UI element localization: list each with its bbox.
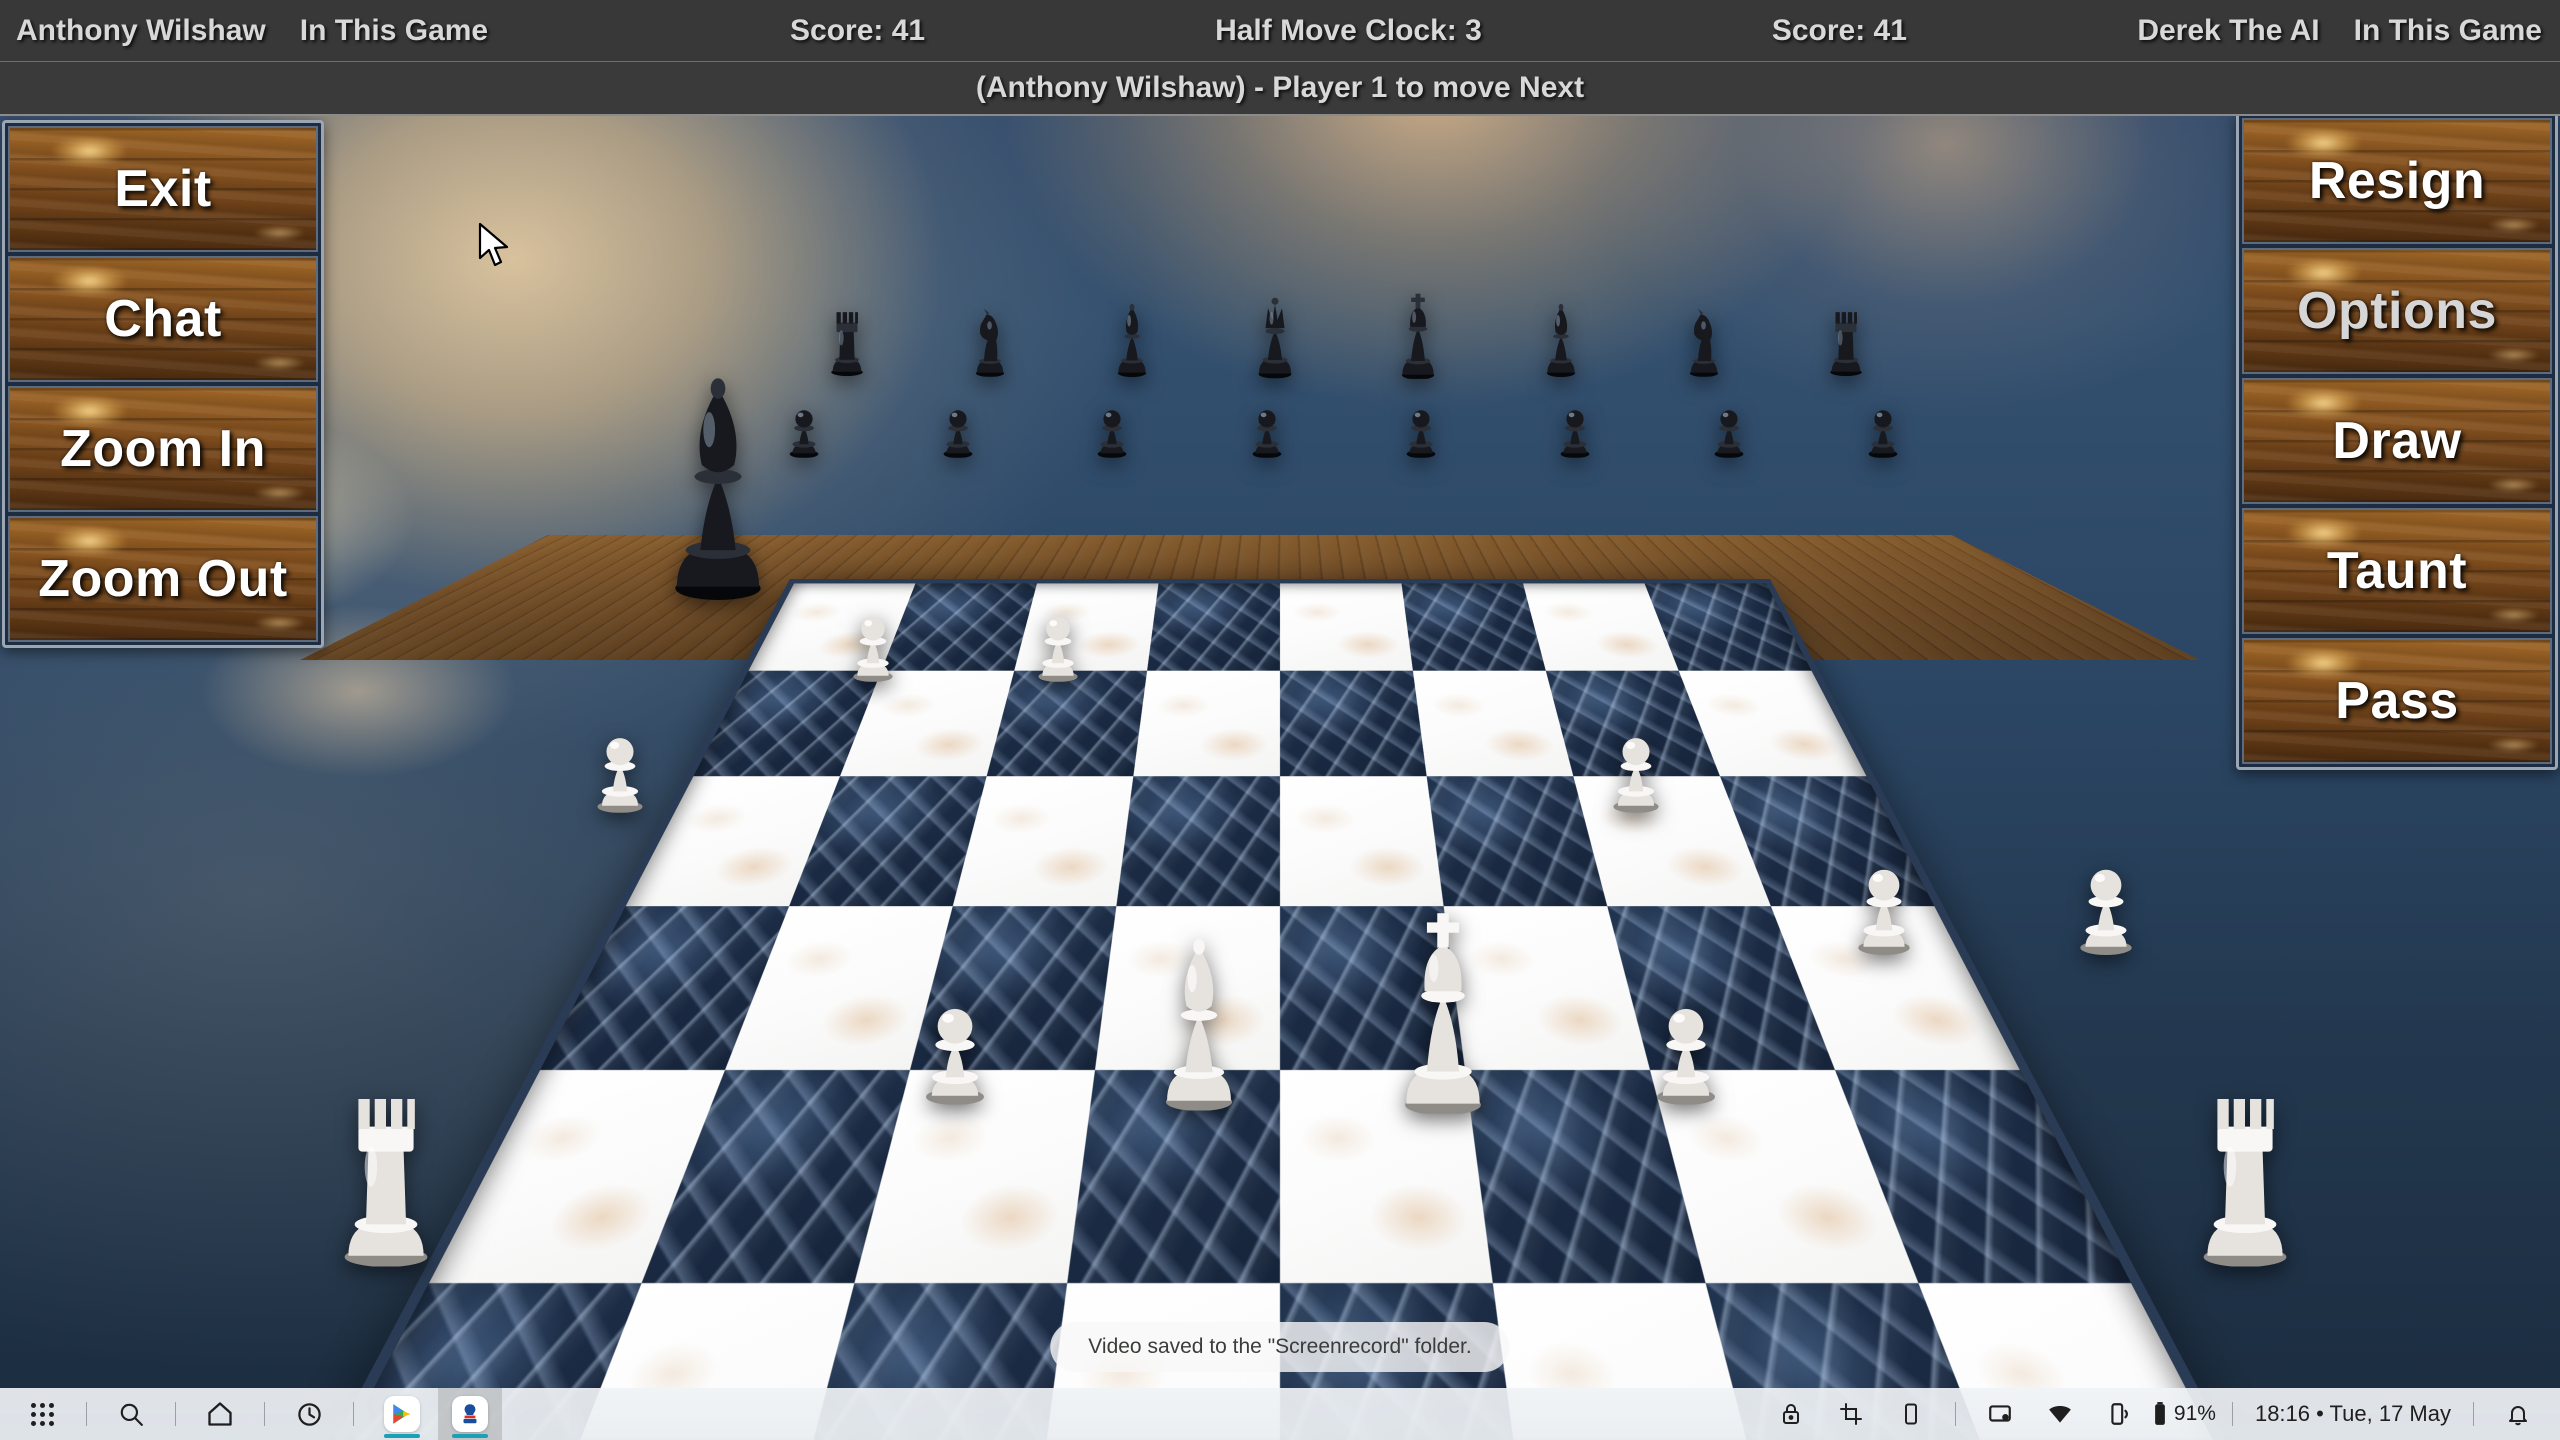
exit-button-label: Exit [114,160,212,218]
mouse-cursor [478,222,512,275]
board-square-d8[interactable] [1147,583,1280,671]
battery-icon[interactable]: 91% [2152,1392,2216,1436]
player1-status: In This Game [299,13,489,47]
notification-bell-icon[interactable] [2490,1392,2546,1436]
turn-message-bar: (Anthony Wilshaw) - Player 1 to move Nex… [0,62,2560,116]
taskbar-clock[interactable]: 18:16 • Tue, 17 May [2249,1401,2457,1427]
board-square-c7[interactable] [986,670,1148,777]
wifi-icon[interactable] [2032,1392,2088,1436]
player1-name: Anthony Wilshaw [16,13,266,47]
taskbar-divider [264,1402,265,1426]
chess-game-screen: Anthony Wilshaw In This Game Score: 41 H… [0,0,2560,1440]
board-square-e7[interactable] [1280,670,1427,777]
taskbar-divider [353,1402,354,1426]
resign-button[interactable]: Resign [2242,118,2552,244]
chat-button[interactable]: Chat [8,256,318,382]
lock-icon[interactable] [1763,1392,1819,1436]
board-square-d7[interactable] [1133,670,1280,777]
taskbar-divider [175,1402,176,1426]
battery-percent: 91% [2173,1402,2216,1425]
board-square-e4[interactable] [1280,1070,1493,1284]
taskbar-divider [2473,1402,2474,1426]
board-square-e6[interactable] [1280,776,1444,907]
zoom-in-button-label: Zoom In [60,420,266,478]
options-button[interactable]: Options [2242,248,2552,374]
pass-button-label: Pass [2335,672,2459,730]
search-icon[interactable] [103,1392,159,1436]
zoom-in-button[interactable]: Zoom In [8,386,318,512]
board-square-e8[interactable] [1280,583,1413,671]
app-running-indicator [384,1434,420,1438]
board-square-c4[interactable] [854,1070,1095,1284]
taskbar-divider [2231,1402,2233,1426]
board-square-f8[interactable] [1401,583,1546,671]
board-square-h4[interactable] [1835,1070,2132,1284]
screenshot-crop-icon[interactable] [1823,1392,1879,1436]
board-square-d4[interactable] [1067,1070,1280,1284]
chess-app-glyph [452,1396,488,1432]
chess-board-3d[interactable] [0,578,2560,1440]
taskbar-left-group[interactable] [14,1388,502,1440]
player2-score: Score: 41 [1771,13,1907,47]
app-running-indicator [452,1434,488,1438]
phone-icon[interactable] [1883,1392,1939,1436]
draw-button[interactable]: Draw [2242,378,2552,504]
play-games-app-icon[interactable] [370,1388,434,1440]
board-stage [0,0,2560,1440]
board-square-d5[interactable] [1095,906,1280,1070]
taunt-button-label: Taunt [2326,542,2468,600]
left-button-panel: Exit Chat Zoom In Zoom Out [2,120,324,648]
right-button-panel: Resign Options Draw Taunt Pass [2236,112,2558,770]
board-square-b4[interactable] [641,1070,910,1284]
home-icon[interactable] [192,1392,248,1436]
half-move-clock: Half Move Clock: 3 [1215,13,1482,47]
play-games-glyph [384,1396,420,1432]
status-bar-top: Anthony Wilshaw In This Game Score: 41 H… [0,0,2560,62]
resign-button-label: Resign [2308,152,2486,210]
zoom-out-button-label: Zoom Out [38,550,288,608]
player1-score: Score: 41 [790,13,926,47]
exit-button[interactable]: Exit [8,126,318,252]
options-button-label: Options [2297,282,2497,340]
board-square-f4[interactable] [1465,1070,1706,1284]
board-square-c8[interactable] [1014,583,1159,671]
taunt-button[interactable]: Taunt [2242,508,2552,634]
zoom-out-button[interactable]: Zoom Out [8,516,318,642]
player2-name: Derek The AI [2137,13,2320,47]
board-square-e5[interactable] [1280,906,1465,1070]
device-sound-icon[interactable] [2092,1392,2148,1436]
display-settings-icon[interactable] [1972,1392,2028,1436]
board-square-d6[interactable] [1116,776,1280,907]
toast-notification: Video saved to the "Screenrecord" folder… [1050,1322,1510,1372]
turn-message: (Anthony Wilshaw) - Player 1 to move Nex… [975,71,1585,104]
app-grid-icon[interactable] [14,1392,70,1436]
taskbar-right-group[interactable]: 91% 18:16 • Tue, 17 May [1763,1392,2546,1436]
chess-app-icon[interactable] [438,1388,502,1440]
chess-board-squares[interactable] [0,583,2560,1440]
taskbar-divider [1954,1402,1956,1426]
chat-button-label: Chat [104,290,222,348]
taskbar-divider [86,1402,87,1426]
player2-status: In This Game [2353,13,2542,47]
recent-clock-icon[interactable] [281,1392,337,1436]
system-taskbar[interactable]: 91% 18:16 • Tue, 17 May [0,1388,2560,1440]
board-square-a4[interactable] [428,1070,725,1284]
draw-button-label: Draw [2332,412,2462,470]
board-square-g4[interactable] [1650,1070,1919,1284]
pass-button[interactable]: Pass [2242,638,2552,764]
